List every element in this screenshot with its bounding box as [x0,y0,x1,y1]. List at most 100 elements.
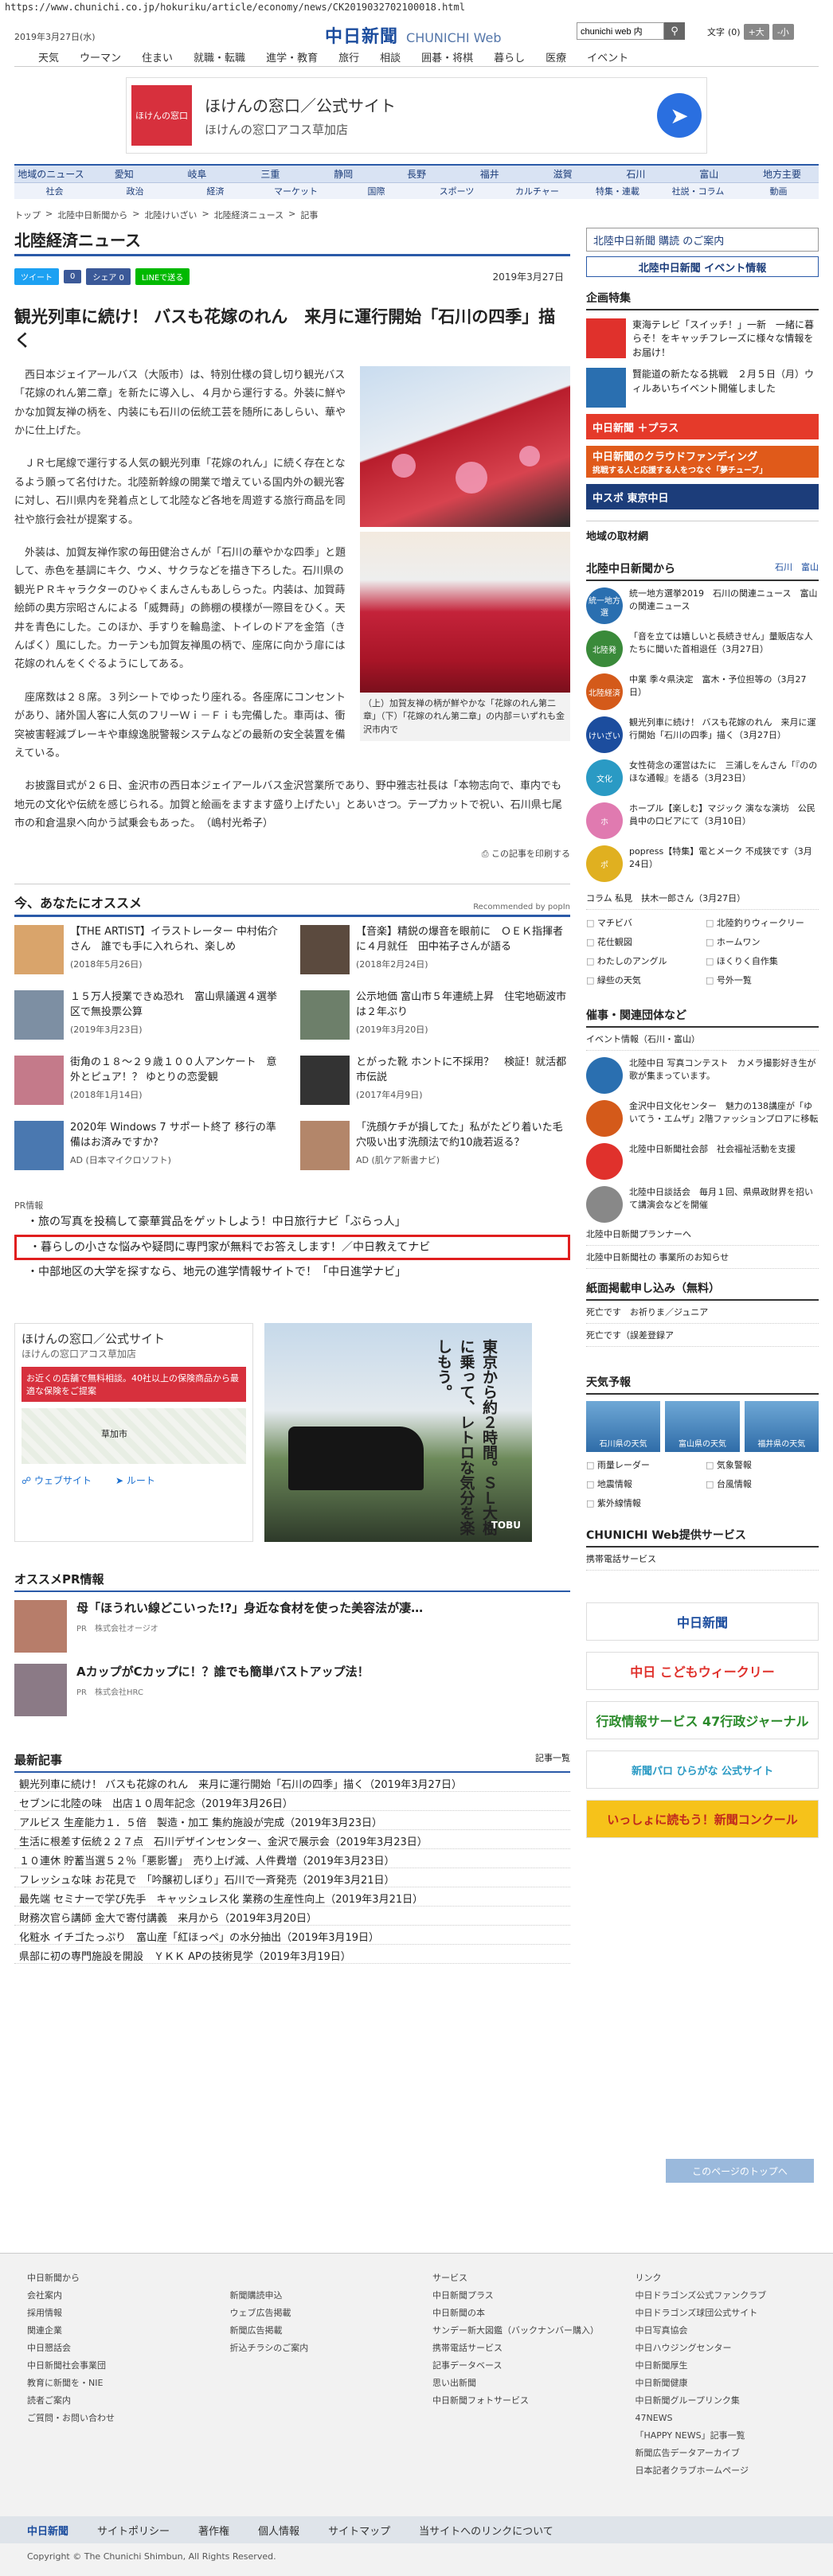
latest-item[interactable]: 最先端 セミナーで学び先手 キャッシュレス化 業務の生産性向上（2019年3月2… [14,1887,570,1907]
tag-link[interactable]: 北陸釣りウィークリー [706,916,819,929]
latest-item[interactable]: 生活に根差す伝統２２７点 石川デザインセンター、金沢で展示会（2019年3月23… [14,1830,570,1849]
top-ad-box[interactable]: ほけんの窓口 ほけんの窓口／公式サイト ほけんの窓口アコス草加店 ➤ [126,77,707,154]
recommend-thumb[interactable] [14,990,64,1040]
font-smaller-button[interactable]: -小 [772,24,794,40]
footer-link[interactable]: 中日新聞から [27,2270,198,2287]
ospr-item[interactable]: 母「ほうれい線どこいった!?」身近な食材を使った美容法が凄… PR 株式会社オージ… [14,1599,570,1656]
weather-toyama[interactable]: 富山県の天気 [665,1401,740,1453]
footer-link[interactable]: リンク [636,2270,807,2287]
category-tab[interactable]: 社会 [14,185,95,197]
recommend-item[interactable]: とがった靴 ホントに不採用？ 検証！就活都市伝説 (2017年4月9日) [300,1056,570,1113]
footer-link[interactable]: 中日写真協会 [636,2322,807,2340]
recommend-item[interactable]: １５万人授業できぬ恐れ 富山県議選４選挙区で無投票公算 (2019年3月23日) [14,990,284,1048]
recommend-thumb[interactable] [14,925,64,975]
topnav-item[interactable]: 天気 [38,49,59,64]
kikaku-text[interactable]: 賢能道の新たなる挑戦 ２月５日（月）ウィルあいちイベント開催しました [632,368,819,408]
hokuriku-item-text[interactable]: ホープル【楽しむ】マジック 演なな演坊 公民員中の口ビアにて（3月10日） [629,802,819,839]
ospr-item-title[interactable]: AカップがCカップに！？誰でも簡単バストアップ法！ [76,1664,370,1681]
hokuriku-item[interactable]: 北陸発 「音を立ては嬉しいと長続きせん」量販店な人たちに聞いた首相退任（3月27日… [586,630,819,668]
region-tab[interactable]: 三重 [233,167,307,181]
breadcrumb-item[interactable]: 北陸経済ニュース [214,209,284,221]
print-link[interactable]: ⎙ この記事を印刷する [14,847,570,860]
pr-link[interactable]: ・中部地区の大学を探すなら、地元の進学情報サイトで！「中日進学ナビ」 [14,1262,570,1282]
weather-ishikawa[interactable]: 石川県の天気 [586,1401,661,1453]
recommend-item[interactable]: 公示地価 富山市５年連続上昇 住宅地砺波市は２年ぶり (2019年3月20日) [300,990,570,1048]
ospr-item-title[interactable]: 母「ほうれい線どこいった!?」身近な食材を使った美容法が凄… [76,1600,423,1618]
footer-link[interactable]: 新聞購読申込 [230,2287,401,2305]
shimen-link[interactable]: 死亡です（誤差登録ア [586,1324,819,1348]
recommend-title-text[interactable]: 2020年 Windows 7 サポート終了 移行の準備はお済みですか? [70,1121,284,1151]
tag-link[interactable]: ほくりく自作集 [706,954,819,967]
print-label[interactable]: この記事を印刷する [491,849,570,859]
font-larger-button[interactable]: +大 [743,24,769,40]
latest-item[interactable]: 県部に初の専門施設を開設 ＹＫＫ APの技術見学（2019年3月19日） [14,1945,570,1964]
region-tab[interactable]: 愛知 [88,167,161,181]
footer-link[interactable]: 教育に新聞を・NIE [27,2375,198,2392]
region-tab[interactable]: 地方主要 [745,167,819,181]
weather-link[interactable]: 地震情報 [586,1477,699,1490]
footer-bar-link[interactable]: サイトマップ [328,2523,390,2538]
weather-link[interactable]: 台風情報 [706,1477,819,1490]
recommend-title-text[interactable]: 公示地価 富山市５年連続上昇 住宅地砺波市は２年ぶり [356,990,570,1021]
like-button[interactable]: 0 [64,270,82,283]
breadcrumb-item[interactable]: 北陸中日新聞から [57,209,127,221]
footer-link[interactable]: 中日新聞フォトサービス [432,2392,604,2410]
footer-link[interactable]: サービス [432,2270,604,2287]
recommend-title-text[interactable]: 「洗顔ケチが損してた」私がたどり着いた毛穴吸い出す洗顔法で約10歳若返る？ [356,1121,570,1151]
category-tab[interactable]: マーケット [256,185,336,197]
hokuriku-item-text[interactable]: 女性荷念の運営はたに 三浦しをんさん「『ののほな通報』を語る（3月23日） [629,759,819,796]
recommend-thumb[interactable] [300,990,350,1040]
category-tab[interactable]: 特集・連載 [577,185,658,197]
footer-link[interactable]: 中日ドラゴンズ公式ファンクラブ [636,2287,807,2305]
map-image[interactable]: 草加市 [22,1407,246,1464]
bus-interior-photo[interactable] [360,531,570,693]
page-top-label[interactable]: このページのトップへ [692,2164,788,2178]
logo-en[interactable]: CHUNICHI Web [406,30,502,45]
footer-link[interactable]: 「HAPPY NEWS」記事一覧 [636,2427,807,2445]
latest-item[interactable]: 化粧水 イチゴたっぷり 富山産「紅ほっぺ」の水分抽出（2019年3月19日） [14,1926,570,1945]
event-info-button[interactable]: 北陸中日新聞 イベント情報 [586,256,819,277]
tag-link[interactable]: 号外一覧 [706,974,819,986]
search-input[interactable] [577,22,664,40]
kikaku-text[interactable]: 東海テレビ「スイッチ！」一新 一緒に暮らそ！をキャッチフレーズに様々な情報をお届… [632,318,819,360]
topnav-item[interactable]: イベント [587,49,628,64]
recommend-thumb[interactable] [14,1056,64,1106]
url-bar[interactable]: https://www.chunichi.co.jp/hokuriku/arti… [0,0,833,14]
hokuriku-item-text[interactable]: 「音を立ては嬉しいと長続きせん」量販店な人たちに聞いた首相退任（3月27日） [629,630,819,667]
topnav-item[interactable]: 囲碁・将棋 [421,49,473,64]
hokuriku-item[interactable]: けいざい 観光列車に続け！ バスも花嫁のれん 来月に運行開始「石川の四季」描く（3… [586,716,819,754]
hokuriku-item[interactable]: 文化 女性荷念の運営はたに 三浦しをんさん「『ののほな通報』を語る（3月23日） [586,759,819,797]
region-tab[interactable]: 静岡 [307,167,380,181]
column-link[interactable]: コラム 私見 扶木一郎さん（3月27日） [586,887,819,911]
footer-bar-link[interactable]: 当サイトへのリンクについて [419,2523,553,2538]
tag-link[interactable]: マチビバ [586,916,699,929]
ospr-thumb[interactable] [14,1663,67,1716]
latest-item[interactable]: アルビス 生産能力１．５倍 製造・加工 集約施設が完成（2019年3月23日） [14,1811,570,1830]
recommend-title-text[interactable]: 【音楽】精鋭の爆音を眼前に ＯＥＫ指揮者に４月就任 田中祐子さんが語る [356,925,570,955]
gyosei-banner[interactable]: 行政情報サービス 47行政ジャーナル [586,1701,819,1740]
latest-item[interactable]: 財務次官ら講師 金大で寄付講義 来月から（2019年3月20日） [14,1907,570,1926]
font-size-zero[interactable]: (0) [728,27,741,37]
subscribe-button[interactable]: 北陸中日新聞 購読 のご案内 [586,228,819,252]
footer-link[interactable]: 中日新聞プラス [432,2287,604,2305]
latest-item[interactable]: １０連休 貯蓄当選５２％「悪影響」 売り上げ減、人件費増（2019年3月23日） [14,1849,570,1868]
latest-more-link[interactable]: 記事一覧 [535,1751,570,1768]
map-ad[interactable]: ほけんの窓口／公式サイト ほけんの窓口アコス草加店 お近くの店舗で無料相談。40… [14,1322,253,1542]
footer-link[interactable]: 採用情報 [27,2305,198,2322]
jiken-sub[interactable]: イベント情報（石川・富山） [586,1028,819,1052]
recommend-thumb[interactable] [300,1121,350,1171]
recommend-item[interactable]: 街角の１８～２９歳１００人アンケート 意外とピュア！？ ゆとりの恋愛観 (2018… [14,1056,284,1113]
jiken-icon[interactable] [586,1057,623,1095]
hokuriku-item-text[interactable]: 統一地方選挙2019 石川の関連ニュース 富山の関連ニュース [629,587,819,624]
hokuriku-item[interactable]: ホホープル【楽しむ】マジック 演なな演坊 公民員中の口ビアにて（3月10日） [586,802,819,840]
hk-tab[interactable]: 石川 [775,562,792,572]
footer-link[interactable]: 日本記者クラブホームページ [636,2462,807,2480]
footer-link[interactable]: 記事データベース [432,2357,604,2375]
tag-link[interactable]: 花仕観図 [586,935,699,948]
topnav-item[interactable]: 相談 [380,49,401,64]
topnav-item[interactable]: 就職・転職 [194,49,245,64]
svc-link[interactable]: 携帯電話サービス [586,1548,819,1571]
footer-link[interactable]: 中日新聞健康 [636,2375,807,2392]
category-tab[interactable]: 社説・コラム [658,185,738,197]
hokuriku-item-icon[interactable]: 北陸経済 [586,673,623,711]
